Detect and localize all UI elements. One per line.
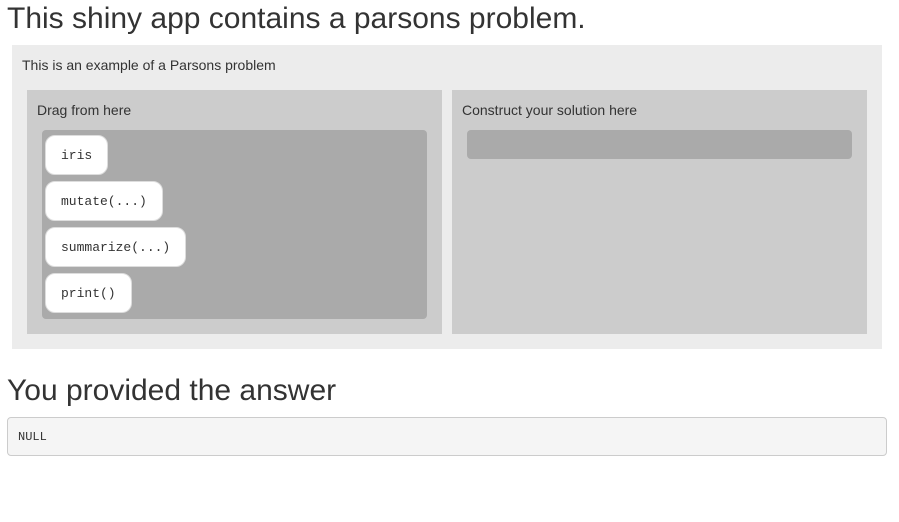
draggable-item-print[interactable]: print() xyxy=(45,273,132,313)
target-drop-area[interactable] xyxy=(467,130,852,159)
target-panel-header: Construct your solution here xyxy=(462,102,638,118)
draggable-item-mutate[interactable]: mutate(...) xyxy=(45,181,163,221)
page-title: This shiny app contains a parsons proble… xyxy=(7,2,586,35)
target-panel: Construct your solution here xyxy=(452,90,867,334)
draggable-item-summarize[interactable]: summarize(...) xyxy=(45,227,187,267)
answer-output: NULL xyxy=(7,417,887,456)
answer-title: You provided the answer xyxy=(7,374,337,407)
parsons-well: This is an example of a Parsons problem … xyxy=(12,45,882,349)
parsons-description: This is an example of a Parsons problem xyxy=(22,57,276,73)
draggable-item-iris[interactable]: iris xyxy=(45,135,109,175)
source-drop-area[interactable]: iris mutate(...) summarize(...) print() xyxy=(42,130,427,319)
source-panel: Drag from here iris mutate(...) summariz… xyxy=(27,90,442,334)
source-panel-header: Drag from here xyxy=(37,102,132,118)
